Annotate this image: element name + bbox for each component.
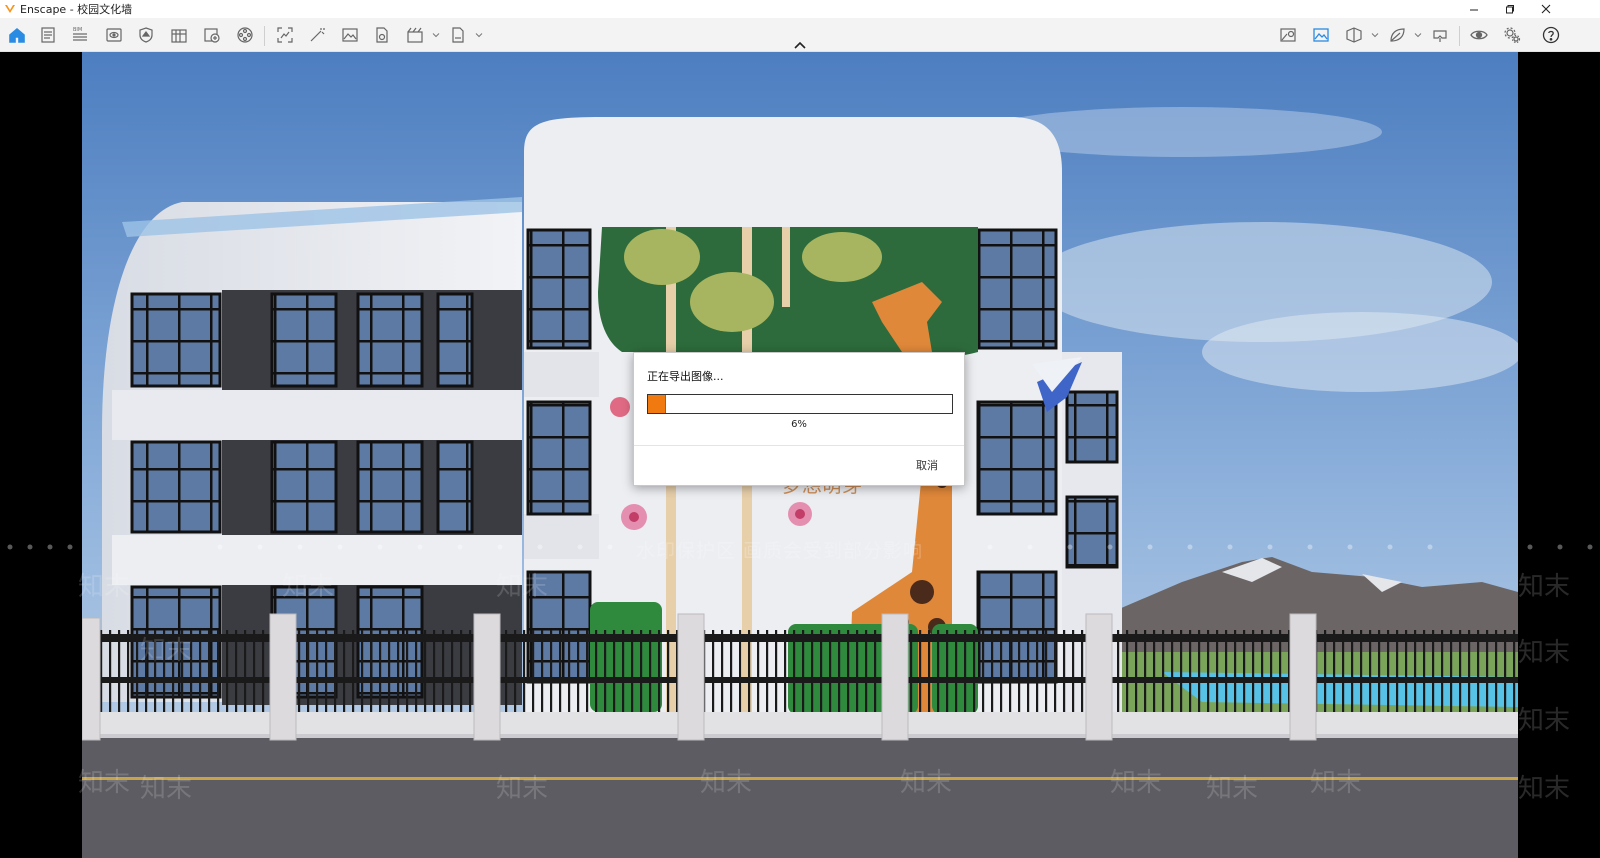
enscape-window: Enscape - 校园文化墙 BIM 水印保护区 画质会受到部分影响 正在导出… — [0, 0, 1600, 858]
film-button[interactable] — [234, 24, 256, 46]
visibility-button[interactable] — [1468, 24, 1490, 46]
vr-button[interactable] — [1429, 24, 1451, 46]
image-icon — [342, 28, 358, 42]
landscape-view-button[interactable] — [1310, 24, 1332, 46]
home-icon — [9, 27, 25, 43]
magic-wand-icon — [310, 28, 325, 42]
viewport-letterbox-right — [1518, 52, 1600, 858]
map-button[interactable] — [1277, 24, 1299, 46]
bim-button[interactable]: BIM — [69, 24, 91, 46]
toolbar-separator — [264, 26, 265, 46]
restore-button[interactable] — [1492, 0, 1528, 18]
window-title: Enscape - 校园文化墙 — [20, 3, 133, 16]
batch-render-icon — [376, 27, 388, 43]
vr-headset-icon — [1433, 30, 1447, 42]
minimize-icon — [1470, 9, 1478, 11]
close-button[interactable] — [1528, 0, 1564, 18]
minimize-button[interactable] — [1456, 0, 1492, 18]
title-bar: Enscape - 校园文化墙 — [0, 0, 1600, 18]
screenshot-frame-icon — [277, 27, 293, 43]
cube-section-icon — [1346, 27, 1362, 43]
screenshot-button[interactable] — [274, 24, 296, 46]
add-asset-button[interactable] — [201, 24, 223, 46]
chevron-down-icon[interactable] — [1371, 31, 1379, 39]
export-progress-dialog: 正在导出图像... 6% 取消 — [633, 352, 965, 486]
video-editor-icon — [407, 27, 423, 43]
enhance-button[interactable] — [306, 24, 328, 46]
vegetation-button[interactable] — [1386, 24, 1408, 46]
bim-list-icon: BIM — [73, 27, 87, 41]
section-view-button[interactable] — [1343, 24, 1365, 46]
watermark-banner: 水印保护区 画质会受到部分影响 — [636, 540, 924, 562]
map-icon — [1280, 28, 1296, 42]
dialog-divider — [634, 445, 964, 446]
cancel-button[interactable]: 取消 — [916, 457, 938, 473]
leaf-icon — [1390, 28, 1405, 42]
close-icon — [1541, 4, 1551, 14]
add-asset-icon — [204, 28, 220, 43]
document-button[interactable] — [37, 24, 59, 46]
export-file-icon — [452, 27, 464, 43]
dialog-title: 正在导出图像... — [647, 370, 724, 383]
asset-shield-button[interactable] — [135, 24, 157, 46]
settings-button[interactable] — [1501, 24, 1523, 46]
document-icon — [41, 27, 55, 43]
help-button[interactable] — [1540, 24, 1562, 46]
home-button[interactable] — [6, 24, 28, 46]
preview-button[interactable] — [103, 24, 125, 46]
chevron-down-icon[interactable] — [475, 31, 483, 39]
progress-percent-label: 6% — [791, 419, 807, 430]
image-button[interactable] — [339, 24, 361, 46]
svg-text:BIM: BIM — [73, 27, 82, 33]
landscape-view-icon — [1313, 28, 1329, 42]
progress-bar — [647, 394, 953, 414]
chevron-down-icon[interactable] — [1414, 31, 1422, 39]
eye-preview-icon — [106, 28, 122, 42]
shield-icon — [139, 27, 153, 43]
film-reel-icon — [237, 27, 253, 43]
enscape-logo-icon — [5, 5, 15, 13]
chevron-down-icon[interactable] — [432, 31, 440, 39]
settings-gears-icon — [1504, 27, 1521, 44]
eye-visibility-icon — [1470, 30, 1488, 40]
batch-render-button[interactable] — [371, 24, 393, 46]
export-file-button[interactable] — [447, 24, 469, 46]
toolbar-separator — [1459, 26, 1460, 46]
video-editor-button[interactable] — [404, 24, 426, 46]
progress-fill — [648, 395, 667, 413]
viewport-letterbox-left — [0, 52, 82, 858]
library-button[interactable] — [168, 24, 190, 46]
library-icon — [171, 29, 187, 43]
help-icon — [1542, 26, 1560, 44]
chevron-up-icon[interactable] — [793, 40, 807, 50]
restore-icon — [1506, 5, 1514, 14]
